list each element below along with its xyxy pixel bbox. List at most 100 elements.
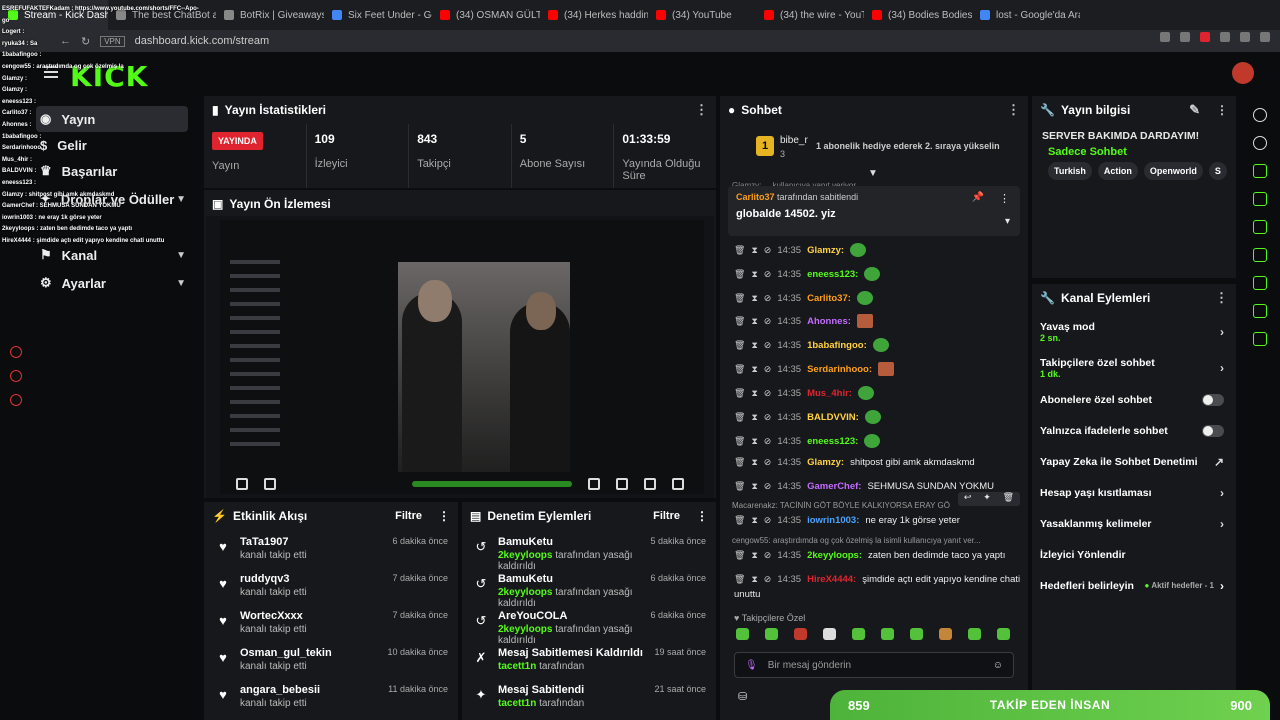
tag-chip[interactable]: S [1208,162,1227,180]
extension-icon[interactable] [1180,32,1190,42]
activity-user[interactable]: ruddyqv3 [240,573,307,585]
timeout-icon[interactable]: ⧗ [751,269,757,280]
delete-icon[interactable]: 🗑 [734,574,745,585]
chat-message[interactable]: 🗑 ⧗ ⊘ 14:35 Ahonnes: [734,314,873,328]
delete-icon[interactable]: 🗑 [734,245,745,256]
browser-tab[interactable]: BotRix | Giveaways [216,0,324,30]
emote-icon[interactable] [881,628,894,640]
pin-icon[interactable]: ✦ [983,492,991,506]
more-icon[interactable]: ⋮ [695,102,708,118]
activity-item[interactable]: ♥ angara_bebesii kanalı takip etti 11 dakik… [204,678,458,715]
chevron-down-icon[interactable]: ▾ [1005,216,1010,227]
delete-icon[interactable]: 🗑 [734,550,745,561]
chat-message[interactable]: 🗑 ⧗ ⊘ 14:35 iowrin1003: ne eray 1k görse y… [734,515,960,526]
chevron-down-icon[interactable]: ▼ [868,168,878,179]
timeout-icon[interactable]: ⧗ [751,340,757,351]
emoji-icon[interactable]: ☺ [993,660,1003,671]
fullscreen-icon[interactable] [644,478,656,490]
chat-message[interactable]: 🗑 ⧗ ⊘ 14:35 Glamzy: shitpost gibi amk akmdask… [734,457,975,468]
activity-item[interactable]: ♥ TaTa1907 kanalı takip etti 6 dakika önce [204,530,458,567]
emote-icon[interactable] [794,628,807,640]
focus-icon[interactable] [1253,164,1267,178]
filter-button[interactable]: Filtre [653,510,680,522]
moderation-actor[interactable]: 2keyyloops [498,550,552,561]
browser-tab[interactable]: Six Feet Under - Go [324,0,432,30]
ban-icon[interactable]: ⊘ [764,340,772,351]
delete-icon[interactable]: 🗑 [734,481,745,492]
more-icon[interactable]: ⋮ [1215,290,1228,306]
timeout-icon[interactable]: ⧗ [751,436,757,447]
delete-icon[interactable]: 🗑 [734,269,745,280]
activity-item[interactable]: ♥ WortecXxxx kanalı takip etti 7 dakika önc… [204,604,458,641]
emotes-chat-row[interactable]: Yalnızca ifadelerle sohbet [1032,415,1236,446]
delete-icon[interactable]: 🗑 [734,457,745,468]
chat-input[interactable]: 🎙 Bir mesaj gönderin ☺ [734,652,1014,678]
browser-tab[interactable]: (34) Herkes haddini [540,0,648,30]
ban-icon[interactable]: ⊘ [764,316,772,327]
delete-icon[interactable]: 🗑 [734,316,745,327]
ai-mod-row[interactable]: Yapay Zeka ile Sohbet Denetimi ↗ [1032,446,1236,477]
moderation-item[interactable]: ↺ BamuKetu 2keyyloops tarafından yasağı ka… [462,567,716,609]
message-username[interactable]: Ahonnes: [807,316,851,327]
emote-icon[interactable] [968,628,981,640]
moderation-actor[interactable]: 2keyyloops [498,624,552,635]
clock-icon[interactable] [10,346,22,358]
message-username[interactable]: eneess123: [807,269,858,280]
document-icon[interactable] [1253,220,1267,234]
moderation-actor[interactable]: 2keyyloops [498,587,552,598]
reply-icon[interactable]: ↩ [964,492,972,506]
play-icon[interactable] [236,478,248,490]
ban-icon[interactable]: ⊘ [764,436,772,447]
tag-chip[interactable]: Turkish [1048,162,1092,180]
moderation-item[interactable]: ✦ Mesaj Sabitlendi tacett1n tarafından 21 s… [462,678,716,715]
chat-message[interactable]: 🗑 ⧗ ⊘ 14:35 2keyyloops: zaten ben dedimde … [734,550,1005,561]
moderation-item[interactable]: ↺ AreYouCOLA 2keyyloops tarafından yasağı … [462,604,716,646]
chat-message[interactable]: 🗑 ⧗ ⊘ 14:35 Serdarinhooo: [734,362,895,376]
info-icon[interactable] [1253,108,1267,122]
sidebar-item-ayarlar[interactable]: ⚙ Ayarlar ▼ [40,270,192,296]
delete-icon[interactable]: 🗑 [734,388,745,399]
message-username[interactable]: Glamzy: [807,457,844,468]
ban-icon[interactable]: ⊘ [764,269,772,280]
moderation-actor[interactable]: tacett1n [498,661,536,672]
goals-row[interactable]: Hedefleri belirleyin ● Aktif hedefler - 1… [1032,570,1236,601]
edit-icon[interactable] [1253,136,1267,150]
browser-tab[interactable]: (34) OSMAN GÜLTE [432,0,540,30]
extension-icon[interactable] [1160,32,1170,42]
filter-button[interactable]: Filtre [395,510,422,522]
timeout-icon[interactable]: ⧗ [751,364,757,375]
bolt-icon[interactable] [1253,192,1267,206]
activity-user[interactable]: WortecXxxx [240,610,307,622]
volume-icon[interactable] [264,478,276,490]
moderation-target[interactable]: Mesaj Sabitlemesi Kaldırıldı [498,647,643,659]
timeout-icon[interactable]: ⧗ [751,550,757,561]
timeout-icon[interactable]: ⧗ [751,481,757,492]
extension-icon[interactable] [1200,32,1210,42]
message-username[interactable]: Serdarinhooo: [807,364,872,375]
category-name[interactable]: Sadece Sohbet [1048,146,1227,158]
chat-message[interactable]: 🗑 ⧗ ⊘ 14:35 Glamzy: [734,243,867,257]
browser-tab[interactable]: (34) the wire - YouT [756,0,864,30]
chat-bubble-icon[interactable] [1253,248,1267,262]
theater-icon[interactable] [616,478,628,490]
ban-icon[interactable]: ⊘ [764,293,772,304]
pip-icon[interactable] [588,478,600,490]
browser-tab[interactable]: (34) Bodies Bodies [864,0,972,30]
ban-icon[interactable]: ⊘ [764,388,772,399]
browser-tab[interactable]: lost - Google'da Ara [972,0,1080,30]
message-username[interactable]: 2keyyloops: [807,550,862,561]
timeout-icon[interactable]: ⧗ [751,293,757,304]
activity-item[interactable]: ♥ Osman_gul_tekin kanalı takip etti 10 daki… [204,641,458,678]
moderation-actor[interactable]: tacett1n [498,698,536,709]
emote-icon[interactable] [939,628,952,640]
redirect-row[interactable]: İzleyici Yönlendir [1032,539,1236,570]
timeout-icon[interactable]: ⧗ [751,457,757,468]
activity-user[interactable]: TaTa1907 [240,536,307,548]
message-username[interactable]: Mus_4hir: [807,388,852,399]
timeout-icon[interactable]: ⧗ [751,245,757,256]
banned-words-row[interactable]: Yasaklanmış kelimeler › [1032,508,1236,539]
ban-icon[interactable]: ⊘ [764,412,772,423]
tag-chip[interactable]: Action [1097,162,1138,180]
ban-icon[interactable]: ⊘ [764,364,772,375]
followers-chat-row[interactable]: Takipçilere özel sohbet 1 dk. › [1032,352,1236,384]
